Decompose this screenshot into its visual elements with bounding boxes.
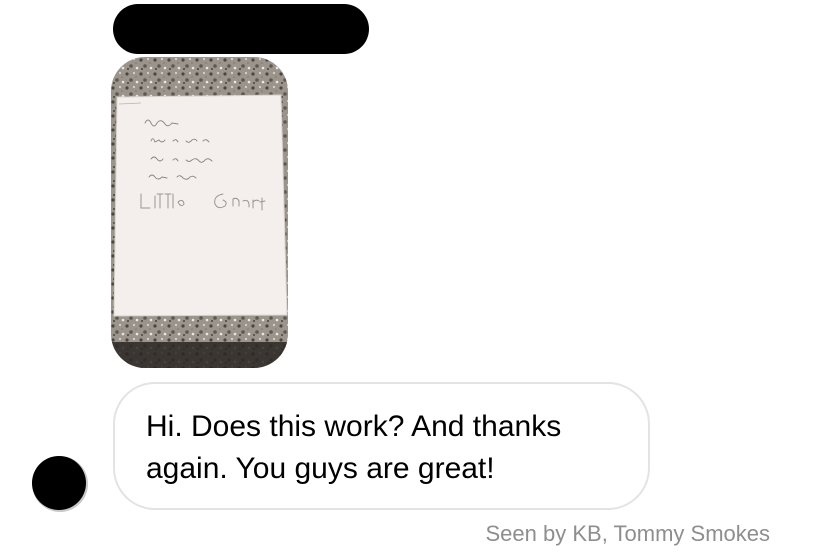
- note-photo-image: [111, 57, 288, 368]
- photo-message[interactable]: [111, 57, 288, 368]
- message-thread: Hi. Does this work? And thanks again. Yo…: [0, 0, 828, 552]
- message-bubble-text[interactable]: Hi. Does this work? And thanks again. Yo…: [113, 382, 650, 510]
- seen-receipt: Seen by KB, Tommy Smokes: [485, 521, 771, 546]
- redacted-sender-name: [113, 4, 369, 54]
- avatar[interactable]: [32, 456, 86, 510]
